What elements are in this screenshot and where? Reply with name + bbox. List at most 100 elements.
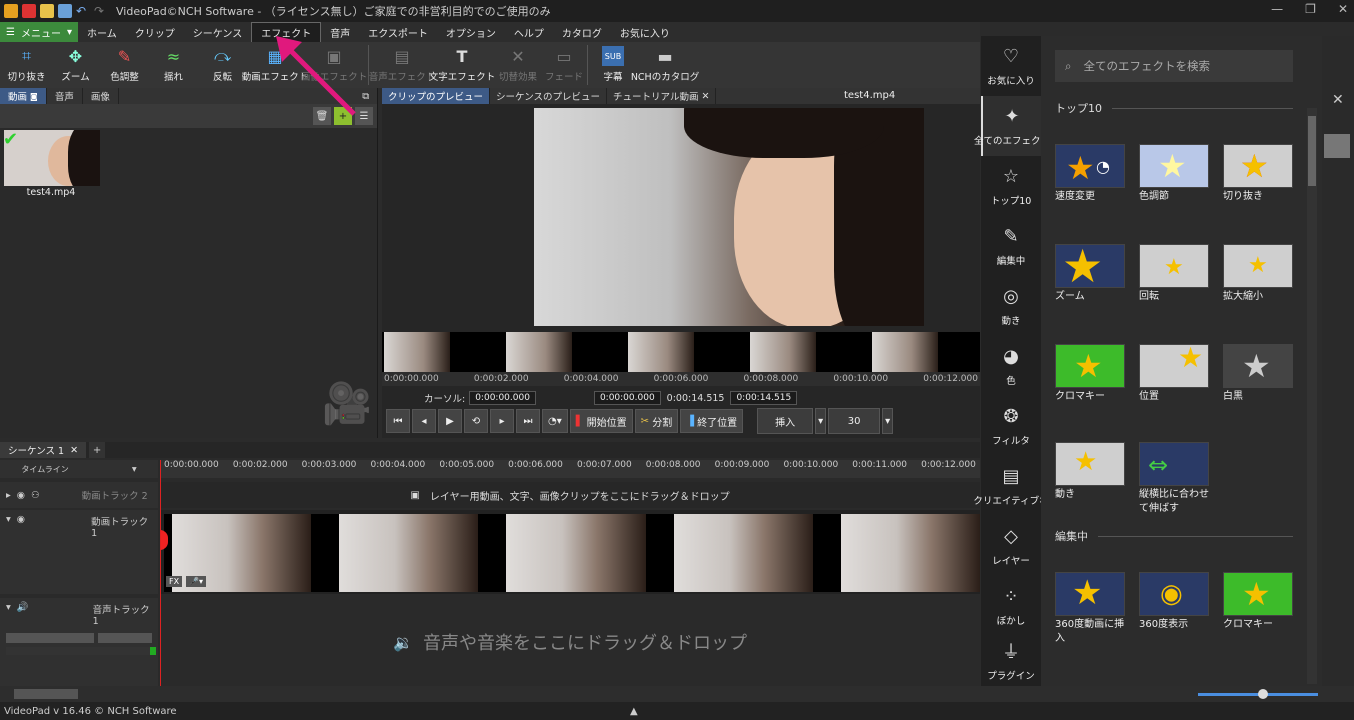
loop-button[interactable]: ⟲	[464, 409, 488, 433]
transitions-button[interactable]: ✕ 切替効果	[492, 42, 544, 88]
redo-icon[interactable]: ↷	[94, 4, 108, 18]
fx-chroma-key-2[interactable]: ★ クロマキー	[1223, 572, 1295, 632]
menu-export[interactable]: エクスポート	[359, 22, 437, 42]
fx-nav-color[interactable]: ◕ 色	[981, 336, 1041, 396]
effects-scrollbar[interactable]	[1307, 108, 1317, 684]
eye-icon[interactable]: ◉	[17, 514, 25, 590]
crop-button[interactable]: ⌗ 切り抜き	[2, 42, 51, 88]
undo-icon[interactable]: ↶	[76, 4, 90, 18]
group-icon[interactable]: ⚇	[31, 490, 40, 501]
fx-nav-filter[interactable]: ❂ フィルタ	[981, 396, 1041, 456]
pan-slider[interactable]	[98, 633, 152, 643]
add-sequence-button[interactable]: +	[89, 442, 106, 458]
maximize-icon[interactable]: ❐	[1305, 2, 1316, 16]
split-button[interactable]: ✂ 分割	[634, 409, 679, 433]
range-start-time[interactable]: 0:00:00.000	[593, 391, 661, 405]
duration-time[interactable]: 0:00:14.515	[730, 391, 798, 405]
tab-sequence-preview[interactable]: シーケンスのプレビュー	[490, 88, 608, 104]
effects-search-input[interactable]: ⌕ 全てのエフェクトを検索	[1055, 50, 1293, 82]
speaker-icon[interactable]: 🔊	[17, 602, 29, 627]
menu-options[interactable]: オプション	[437, 22, 505, 42]
menu-home[interactable]: ホーム	[78, 22, 126, 42]
shake-button[interactable]: ≈ 揺れ	[149, 42, 198, 88]
open-project-icon[interactable]	[40, 4, 54, 18]
fx-stretch-aspect[interactable]: ⇔ 縦横比に合わせて伸ばす	[1139, 442, 1211, 516]
color-swatch[interactable]	[1324, 134, 1350, 158]
close-tab-icon[interactable]: ✕	[701, 91, 709, 102]
cursor-time[interactable]: 0:00:00.000	[469, 391, 536, 405]
fx-color-adjust[interactable]: ★ 色調節	[1139, 144, 1211, 204]
fx-speed-change[interactable]: ★ ◔ 速度変更	[1055, 144, 1127, 204]
tab-clip-preview[interactable]: クリップのプレビュー	[382, 88, 491, 104]
fx-badge[interactable]: FX	[166, 576, 183, 587]
new-project-icon[interactable]	[22, 4, 36, 18]
close-icon[interactable]: ✕	[1332, 92, 1344, 108]
next-frame-button[interactable]: ▸	[490, 409, 514, 433]
audio-effects-button[interactable]: ▤ 音声エフェクト	[369, 42, 436, 88]
video-preview[interactable]	[534, 108, 924, 326]
clip-thumbnail[interactable]	[4, 130, 100, 186]
fx-chroma-key[interactable]: ★ クロマキー	[1055, 344, 1127, 404]
fx-motion[interactable]: ★ 動き	[1055, 442, 1127, 502]
menu-catalog[interactable]: カタログ	[553, 22, 611, 42]
scrollbar-thumb[interactable]	[14, 689, 78, 699]
nch-catalog-button[interactable]: ▬ NCHのカタログ	[631, 42, 699, 88]
fx-nav-editing[interactable]: ✎ 編集中	[981, 216, 1041, 276]
tab-sequence-1[interactable]: シーケンス 1 ✕	[0, 442, 87, 458]
scrollbar-thumb[interactable]	[1308, 116, 1316, 186]
clip-filmstrip[interactable]	[382, 332, 980, 372]
mic-icon[interactable]: 🎤▾	[186, 576, 206, 587]
set-end-button[interactable]: ▐ 終了位置	[680, 409, 744, 433]
menu-favorites[interactable]: お気に入り	[611, 22, 679, 42]
set-start-button[interactable]: ▌ 開始位置	[569, 409, 633, 433]
collapse-icon[interactable]: ▾	[6, 514, 11, 590]
fx-nav-plugins[interactable]: ⏚ プラグイン	[981, 636, 1041, 686]
tab-audio[interactable]: 音声	[47, 88, 83, 104]
video-track-1[interactable]: FX 🎤▾	[160, 510, 981, 594]
go-start-button[interactable]: ⏮	[386, 409, 410, 433]
fx-scale[interactable]: ★ 拡大縮小	[1223, 244, 1295, 304]
timeline-clip[interactable]	[164, 514, 981, 592]
fx-nav-all[interactable]: ✦ 全てのエフェクト	[974, 96, 1050, 156]
fx-nav-motion[interactable]: ◎ 動き	[981, 276, 1041, 336]
zoom-handle[interactable]	[1258, 689, 1268, 699]
main-menu-button[interactable]: ☰ メニュー ▾	[0, 22, 78, 42]
fx-nav-favorites[interactable]: ♡ お気に入り	[981, 36, 1041, 96]
subtitles-button[interactable]: SUB 字幕	[591, 42, 635, 88]
fx-nav-layer[interactable]: ◇ レイヤー	[981, 516, 1041, 576]
menu-sequence[interactable]: シーケンス	[184, 22, 252, 42]
fx-nav-creative[interactable]: ▤ クリエイティブな	[973, 456, 1048, 516]
preview-ruler[interactable]: 0:00:00.000 0:00:02.000 0:00:04.000 0:00…	[382, 372, 980, 386]
fx-crop[interactable]: ★ 切り抜き	[1223, 144, 1295, 204]
audio-drop-zone[interactable]: 🔉 音声や音楽をここにドラッグ＆ドロップ	[160, 598, 980, 686]
save-icon[interactable]	[58, 4, 72, 18]
go-end-button[interactable]: ⏭	[516, 409, 540, 433]
overlay-drop-zone[interactable]: ▣ レイヤー用動画、文字、画像クリップをここにドラッグ＆ドロップ	[160, 482, 980, 508]
timeline-ruler[interactable]: 0:00:00.000 0:00:02.000 0:00:03.000 0:00…	[160, 460, 980, 478]
tab-tutorial[interactable]: チュートリアル動画 ✕	[607, 88, 717, 104]
fade-button[interactable]: ▭ フェード	[544, 42, 584, 88]
tab-image[interactable]: 画像	[83, 88, 119, 104]
eye-icon[interactable]: ◉	[17, 490, 25, 501]
fx-nav-blur[interactable]: ⁘ ぼかし	[981, 576, 1041, 636]
zoom-button[interactable]: ✥ ズーム	[51, 42, 100, 88]
speed-button[interactable]: ◔▾	[542, 409, 568, 433]
fx-rotate[interactable]: ★ 回転	[1139, 244, 1211, 304]
expand-icon[interactable]: ▸	[6, 490, 11, 501]
fps-button[interactable]: 30	[828, 408, 881, 434]
menu-help[interactable]: ヘルプ	[505, 22, 553, 42]
play-button[interactable]: ▶	[438, 409, 462, 433]
minimize-icon[interactable]: —	[1271, 2, 1283, 16]
fps-dropdown[interactable]: ▾	[882, 408, 894, 434]
timeline-scrollbar[interactable]	[0, 686, 1354, 702]
close-icon[interactable]: ✕	[1338, 2, 1348, 16]
flip-button[interactable]: ⤼ 反転	[198, 42, 247, 88]
close-tab-icon[interactable]: ✕	[70, 445, 78, 456]
fx-nav-top10[interactable]: ☆ トップ10	[981, 156, 1041, 216]
fx-black-white[interactable]: ★ 白黒	[1223, 344, 1295, 404]
fx-insert-360[interactable]: ★ 360度動画に挿入	[1055, 572, 1127, 646]
fx-position[interactable]: ★ 位置	[1139, 344, 1211, 404]
tab-video[interactable]: 動画 ◙	[0, 88, 47, 104]
insert-dropdown[interactable]: ▾	[815, 408, 827, 434]
volume-slider[interactable]	[6, 633, 95, 643]
